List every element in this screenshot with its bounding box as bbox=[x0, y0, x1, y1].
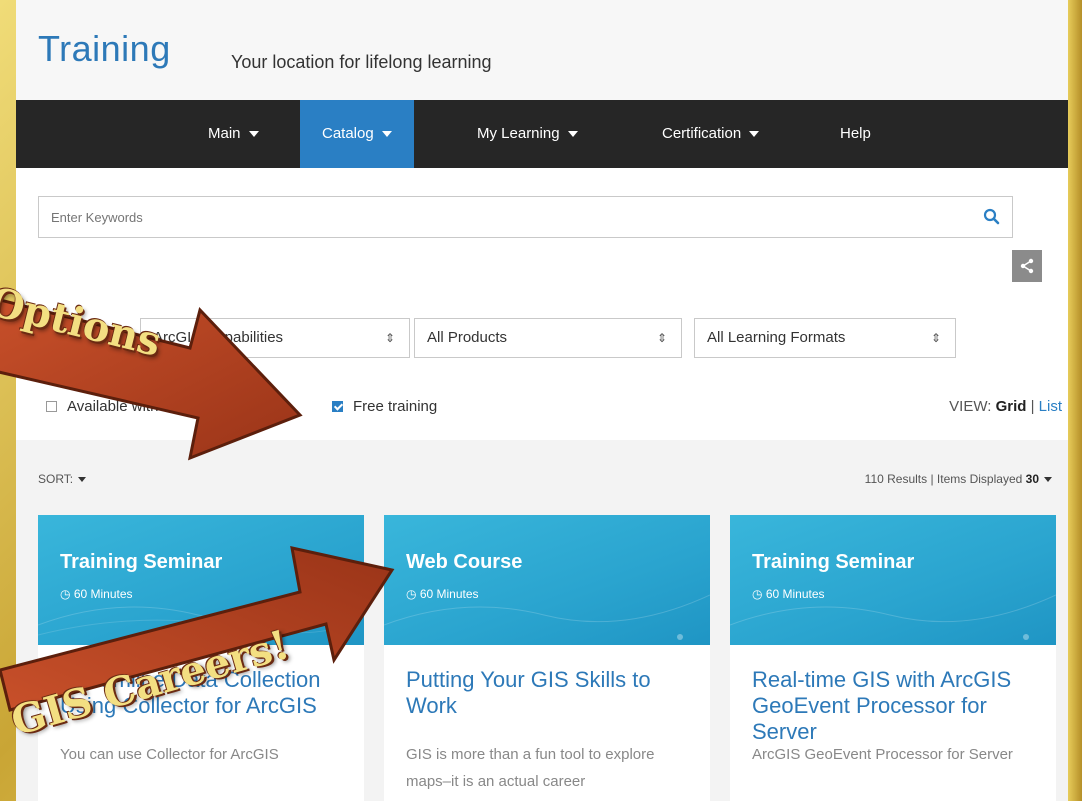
card-duration: ◷ 60 Minutes bbox=[752, 587, 825, 601]
view-separator: | bbox=[1030, 398, 1035, 415]
clock-icon: ◷ bbox=[60, 587, 74, 601]
nav-help-label: Help bbox=[840, 125, 871, 142]
chevron-down-icon[interactable] bbox=[1044, 477, 1052, 483]
free-training-checkbox[interactable]: Free training bbox=[332, 398, 437, 415]
view-toggle: VIEW: Grid | List bbox=[949, 398, 1062, 415]
chevron-down-icon bbox=[381, 131, 392, 138]
decorative-border bbox=[1068, 0, 1082, 801]
available-maintenance-label: Available with Maintenance bbox=[67, 398, 249, 415]
card-duration-text: 60 Minutes bbox=[73, 587, 133, 601]
page-title: Training bbox=[38, 28, 171, 69]
card-banner: Web Course ◷ 60 Minutes bbox=[384, 515, 710, 645]
share-icon bbox=[1020, 258, 1034, 274]
formats-select-value: All Learning Formats bbox=[707, 329, 846, 346]
nav-certification[interactable]: Certification bbox=[662, 100, 760, 168]
card-type: Training Seminar bbox=[60, 551, 223, 573]
sort-label: SORT: bbox=[38, 472, 74, 486]
course-card[interactable]: Training Seminar ◷ 60 Minutes Real-time … bbox=[730, 515, 1056, 801]
nav-my-learning[interactable]: My Learning bbox=[477, 100, 578, 168]
clock-icon: ◷ bbox=[752, 587, 766, 601]
main-nav: Main Catalog My Learning Certification H… bbox=[16, 100, 1082, 168]
view-list-option[interactable]: List bbox=[1039, 398, 1062, 415]
card-duration: ◷ 60 Minutes bbox=[60, 587, 133, 601]
chevron-down-icon bbox=[567, 131, 578, 138]
formats-select[interactable]: All Learning Formats ⇕ bbox=[694, 318, 956, 358]
products-select[interactable]: All Products ⇕ bbox=[414, 318, 682, 358]
card-banner: Training Seminar ◷ 60 Minutes bbox=[730, 515, 1056, 645]
site-header: Training Your location for lifelong lear… bbox=[16, 0, 1082, 100]
card-type: Web Course bbox=[406, 551, 523, 573]
chevron-down-icon bbox=[248, 131, 259, 138]
search-icon[interactable] bbox=[982, 207, 1002, 227]
course-card[interactable]: Web Course ◷ 60 Minutes Putting Your GIS… bbox=[384, 515, 710, 801]
checkbox-checked-icon bbox=[332, 401, 343, 412]
nav-certification-label: Certification bbox=[662, 125, 742, 142]
search-bar bbox=[38, 196, 1013, 238]
page-tagline: Your location for lifelong learning bbox=[231, 52, 492, 72]
view-grid-option[interactable]: Grid bbox=[996, 398, 1027, 415]
card-type: Training Seminar bbox=[752, 551, 915, 573]
available-maintenance-checkbox[interactable]: Available with Maintenance bbox=[46, 398, 249, 415]
card-description: You can use Collector for ArcGIS bbox=[60, 746, 279, 763]
chevron-down-icon bbox=[749, 131, 760, 138]
card-duration: ◷ 60 Minutes bbox=[406, 587, 479, 601]
select-arrows-icon: ⇕ bbox=[930, 331, 941, 345]
checkbox-icon bbox=[46, 401, 57, 412]
clock-icon: ◷ bbox=[406, 587, 420, 601]
sort-dropdown[interactable]: SORT: bbox=[38, 472, 87, 486]
card-title[interactable]: Putting Your GIS Skills to Work bbox=[406, 667, 688, 719]
nav-my-learning-label: My Learning bbox=[477, 125, 560, 142]
select-arrows-icon: ⇕ bbox=[656, 331, 667, 345]
nav-main-label: Main bbox=[208, 125, 241, 142]
results-count-text: 110 Results | Items Displayed bbox=[864, 472, 1023, 486]
card-description: ArcGIS GeoEvent Processor for Server bbox=[752, 746, 1013, 763]
banner-pattern bbox=[384, 594, 710, 640]
select-arrows-icon: ⇕ bbox=[384, 331, 395, 345]
banner-pattern bbox=[38, 594, 364, 636]
card-duration-text: 60 Minutes bbox=[419, 587, 479, 601]
nav-catalog-label: Catalog bbox=[322, 125, 374, 142]
capabilities-select-value: ArcGIS Capabilities bbox=[153, 329, 284, 346]
results-count: 110 Results | Items Displayed 30 bbox=[865, 472, 1052, 486]
card-description: GIS is more than a fun tool to explore m… bbox=[406, 746, 655, 790]
free-training-label: Free training bbox=[353, 398, 438, 415]
share-button[interactable] bbox=[1012, 250, 1042, 282]
nav-help[interactable]: Help bbox=[840, 100, 871, 168]
products-select-value: All Products bbox=[427, 329, 508, 346]
view-label: VIEW: bbox=[949, 398, 992, 415]
nav-catalog[interactable]: Catalog bbox=[300, 100, 414, 168]
card-title[interactable]: Real-time GIS with ArcGIS GeoEvent Proce… bbox=[752, 667, 1034, 745]
nav-main[interactable]: Main bbox=[208, 100, 259, 168]
search-input[interactable] bbox=[49, 197, 953, 237]
card-duration-text: 60 Minutes bbox=[765, 587, 825, 601]
chevron-down-icon bbox=[78, 477, 87, 483]
card-banner: Training Seminar ◷ 60 Minutes bbox=[38, 515, 364, 645]
banner-pattern bbox=[730, 594, 1056, 640]
items-displayed-select[interactable]: 30 bbox=[1026, 472, 1039, 486]
capabilities-select[interactable]: ArcGIS Capabilities ⇕ bbox=[140, 318, 410, 358]
